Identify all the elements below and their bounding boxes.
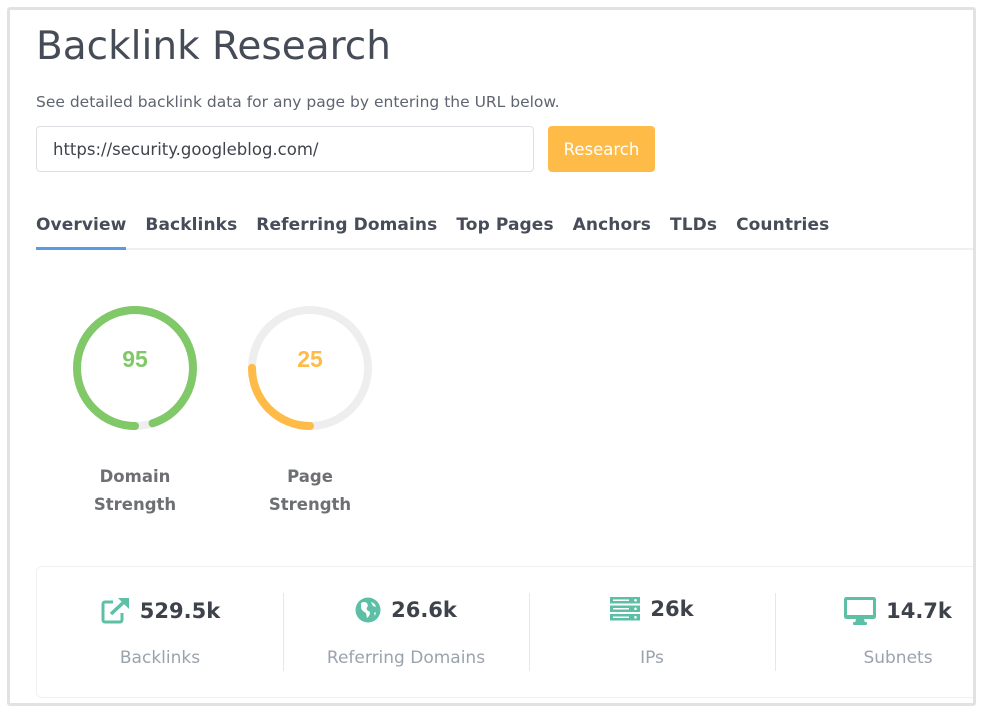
subnets-label: Subnets: [863, 648, 933, 668]
gauge-label-line: Strength: [268, 495, 352, 514]
stat-subnets[interactable]: 14.7k Subnets: [775, 567, 973, 697]
gauge-label-line: Strength: [93, 495, 177, 514]
stat-ips[interactable]: 26k IPs: [529, 567, 775, 697]
subnets-value: 14.7k: [886, 599, 952, 623]
stats-card: 529.5k Backlinks 26.6k Referring Domains: [36, 566, 973, 698]
server-icon: [610, 597, 641, 621]
backlink-research-panel: Backlink Research See detailed backlink …: [7, 7, 976, 706]
tab-tlds[interactable]: TLDs: [670, 210, 717, 248]
domain-strength-value: 95: [122, 346, 148, 372]
external-link-icon: [100, 597, 130, 625]
globe-icon: [355, 597, 381, 623]
referring-domains-value: 26.6k: [391, 598, 457, 622]
tab-bar: Overview Backlinks Referring Domains Top…: [36, 210, 973, 250]
ips-value: 26k: [650, 597, 694, 621]
monitor-icon: [844, 597, 877, 625]
domain-strength-gauge: 95 Domain Strength: [70, 303, 200, 519]
gauge-label-line: Domain: [99, 467, 171, 486]
page-strength-value: 25: [297, 346, 323, 372]
page-strength-gauge: 25 Page Strength: [245, 303, 375, 519]
tab-referring-domains[interactable]: Referring Domains: [256, 210, 437, 248]
stat-referring-domains[interactable]: 26.6k Referring Domains: [283, 567, 529, 697]
tab-top-pages[interactable]: Top Pages: [456, 210, 553, 248]
ips-label: IPs: [640, 648, 664, 668]
tab-overview[interactable]: Overview: [36, 210, 127, 250]
page-strength-label: Page Strength: [245, 463, 375, 519]
research-button[interactable]: Research: [548, 126, 655, 172]
page-subtitle: See detailed backlink data for any page …: [36, 93, 560, 111]
tab-countries[interactable]: Countries: [736, 210, 829, 248]
page-title: Backlink Research: [36, 24, 391, 69]
tab-anchors[interactable]: Anchors: [573, 210, 651, 248]
backlinks-value: 529.5k: [139, 599, 221, 623]
tab-backlinks[interactable]: Backlinks: [145, 210, 237, 248]
referring-domains-label: Referring Domains: [326, 648, 486, 668]
domain-strength-label: Domain Strength: [70, 463, 200, 519]
gauge-label-line: Page: [287, 467, 333, 486]
url-input[interactable]: [36, 126, 534, 172]
stat-backlinks[interactable]: 529.5k Backlinks: [37, 567, 283, 697]
backlinks-label: Backlinks: [119, 648, 201, 668]
